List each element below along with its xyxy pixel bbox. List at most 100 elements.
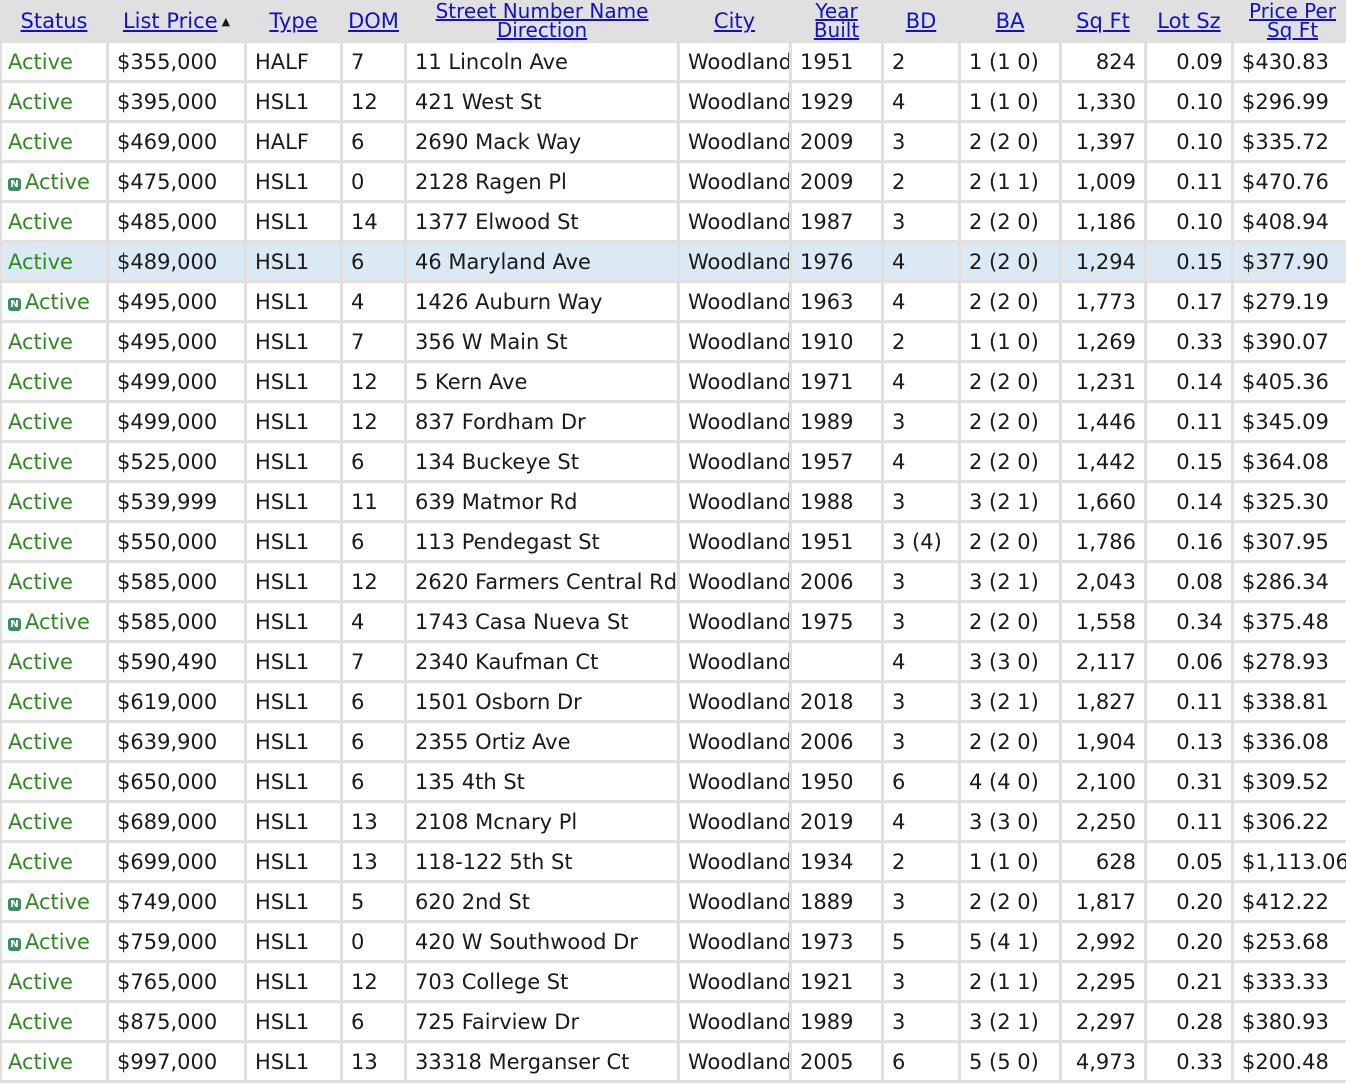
table-row[interactable]: Active $495,000 HSL1 7 356 W Main St Woodland…: [2, 323, 1346, 360]
dom-cell: 6: [343, 1003, 404, 1040]
table-row[interactable]: N Active $749,000 HSL1 5 620 2nd St Woodland 18…: [2, 883, 1346, 920]
table-row[interactable]: Active $997,000 HSL1 13 33318 Merganser Ct Wo…: [2, 1043, 1346, 1080]
bd-cell: 3: [884, 123, 958, 160]
status-text: Active: [8, 489, 73, 514]
list-price-cell: $525,000: [109, 443, 244, 480]
header-bd: BD: [884, 2, 958, 40]
ba-cell: 5 (5 0): [961, 1043, 1059, 1080]
table-row[interactable]: Active $650,000 HSL1 6 135 4th St Woodland 195…: [2, 763, 1346, 800]
year-built-cell: 1971: [792, 363, 881, 400]
header-dom: DOM: [343, 2, 404, 40]
type-cell: HALF: [247, 43, 340, 80]
table-row[interactable]: Active $489,000 HSL1 6 46 Maryland Ave Woodla…: [2, 243, 1346, 280]
year-built-cell: 2006: [792, 723, 881, 760]
status-text: Active: [8, 129, 73, 154]
year-built-cell: 1951: [792, 523, 881, 560]
sort-lot-size-link[interactable]: Lot Sz: [1157, 9, 1220, 33]
table-row[interactable]: Active $639,900 HSL1 6 2355 Ortiz Ave Woodlan…: [2, 723, 1346, 760]
sort-status-link[interactable]: Status: [21, 9, 88, 33]
table-row[interactable]: Active $699,000 HSL1 13 118-122 5th St Woodla…: [2, 843, 1346, 880]
sort-year-built-link[interactable]: Year Built: [792, 2, 881, 40]
table-row[interactable]: Active $875,000 HSL1 6 725 Fairview Dr Woodla…: [2, 1003, 1346, 1040]
sqft-cell: 824: [1062, 43, 1144, 80]
sort-address-link[interactable]: Street Number Name Direction: [407, 2, 677, 40]
type-cell: HSL1: [247, 1043, 340, 1080]
lot-size-cell: 0.14: [1147, 483, 1231, 520]
table-row[interactable]: Active $395,000 HSL1 12 421 West St Woodland 1…: [2, 83, 1346, 120]
year-built-cell: 2006: [792, 563, 881, 600]
lot-size-cell: 0.21: [1147, 963, 1231, 1000]
status-text: Active: [8, 809, 73, 834]
status-cell: Active: [2, 203, 106, 240]
sort-ba-link[interactable]: BA: [996, 9, 1025, 33]
status-text: Active: [8, 689, 73, 714]
table-row[interactable]: Active $469,000 HALF 6 2690 Mack Way Woodland…: [2, 123, 1346, 160]
table-row[interactable]: Active $525,000 HSL1 6 134 Buckeye St Woodlan…: [2, 443, 1346, 480]
price-per-sqft-cell: $309.52: [1234, 763, 1346, 800]
address-cell: 725 Fairview Dr: [407, 1003, 677, 1040]
sort-bd-link[interactable]: BD: [906, 9, 937, 33]
table-row[interactable]: Active $590,490 HSL1 7 2340 Kaufman Ct Woodla…: [2, 643, 1346, 680]
new-listing-badge-icon: N: [8, 897, 21, 911]
bd-cell: 4: [884, 803, 958, 840]
lot-size-cell: 0.10: [1147, 203, 1231, 240]
price-per-sqft-cell: $333.33: [1234, 963, 1346, 1000]
sqft-cell: 1,660: [1062, 483, 1144, 520]
list-price-cell: $619,000: [109, 683, 244, 720]
table-row[interactable]: Active $765,000 HSL1 12 703 College St Woodla…: [2, 963, 1346, 1000]
table-row[interactable]: N Active $585,000 HSL1 4 1743 Casa Nueva St Wo…: [2, 603, 1346, 640]
table-row[interactable]: Active $539,999 HSL1 11 639 Matmor Rd Woodlan…: [2, 483, 1346, 520]
dom-cell: 11: [343, 483, 404, 520]
sort-dom-link[interactable]: DOM: [348, 9, 399, 33]
sqft-cell: 2,992: [1062, 923, 1144, 960]
dom-cell: 7: [343, 43, 404, 80]
dom-cell: 13: [343, 843, 404, 880]
ba-cell: 1 (1 0): [961, 843, 1059, 880]
type-cell: HSL1: [247, 203, 340, 240]
lot-size-cell: 0.14: [1147, 363, 1231, 400]
bd-cell: 4: [884, 83, 958, 120]
sort-price-per-sqft-link[interactable]: Price Per Sq Ft: [1234, 2, 1346, 40]
ba-cell: 3 (3 0): [961, 803, 1059, 840]
table-row[interactable]: Active $585,000 HSL1 12 2620 Farmers Central…: [2, 563, 1346, 600]
sort-sqft-link[interactable]: Sq Ft: [1076, 9, 1130, 33]
price-per-sqft-cell: $377.90: [1234, 243, 1346, 280]
sort-city-link[interactable]: City: [714, 9, 755, 33]
ba-cell: 3 (2 1): [961, 563, 1059, 600]
bd-cell: 4: [884, 363, 958, 400]
table-row[interactable]: N Active $495,000 HSL1 4 1426 Auburn Way Woodl…: [2, 283, 1346, 320]
table-row[interactable]: Active $550,000 HSL1 6 113 Pendegast St Woodl…: [2, 523, 1346, 560]
bd-cell: 4: [884, 283, 958, 320]
type-cell: HSL1: [247, 883, 340, 920]
status-text: Active: [8, 529, 73, 554]
new-listing-badge-icon: N: [8, 297, 21, 311]
city-cell: Woodland: [680, 323, 789, 360]
year-built-cell: 2019: [792, 803, 881, 840]
list-price-cell: $475,000: [109, 163, 244, 200]
dom-cell: 0: [343, 923, 404, 960]
table-row[interactable]: N Active $759,000 HSL1 0 420 W Southwood Dr Wo…: [2, 923, 1346, 960]
status-cell: N Active: [2, 283, 106, 320]
bd-cell: 2: [884, 43, 958, 80]
table-row[interactable]: Active $499,000 HSL1 12 837 Fordham Dr Woodla…: [2, 403, 1346, 440]
table-row[interactable]: Active $485,000 HSL1 14 1377 Elwood St Woodla…: [2, 203, 1346, 240]
ba-cell: 2 (2 0): [961, 443, 1059, 480]
table-row[interactable]: Active $619,000 HSL1 6 1501 Osborn Dr Woodlan…: [2, 683, 1346, 720]
dom-cell: 6: [343, 763, 404, 800]
table-row[interactable]: N Active $475,000 HSL1 0 2128 Ragen Pl Woodlan…: [2, 163, 1346, 200]
status-cell: Active: [2, 683, 106, 720]
type-cell: HSL1: [247, 483, 340, 520]
list-price-cell: $997,000: [109, 1043, 244, 1080]
table-row[interactable]: Active $689,000 HSL1 13 2108 Mcnary Pl Woodla…: [2, 803, 1346, 840]
list-price-cell: $485,000: [109, 203, 244, 240]
address-cell: 837 Fordham Dr: [407, 403, 677, 440]
dom-cell: 7: [343, 323, 404, 360]
address-cell: 113 Pendegast St: [407, 523, 677, 560]
status-cell: Active: [2, 363, 106, 400]
price-per-sqft-cell: $286.34: [1234, 563, 1346, 600]
table-row[interactable]: Active $355,000 HALF 7 11 Lincoln Ave Woodlan…: [2, 43, 1346, 80]
sort-list-price-link[interactable]: List Price: [123, 9, 218, 33]
sort-type-link[interactable]: Type: [269, 9, 317, 33]
year-built-cell: 1988: [792, 483, 881, 520]
table-row[interactable]: Active $499,000 HSL1 12 5 Kern Ave Woodland 19…: [2, 363, 1346, 400]
